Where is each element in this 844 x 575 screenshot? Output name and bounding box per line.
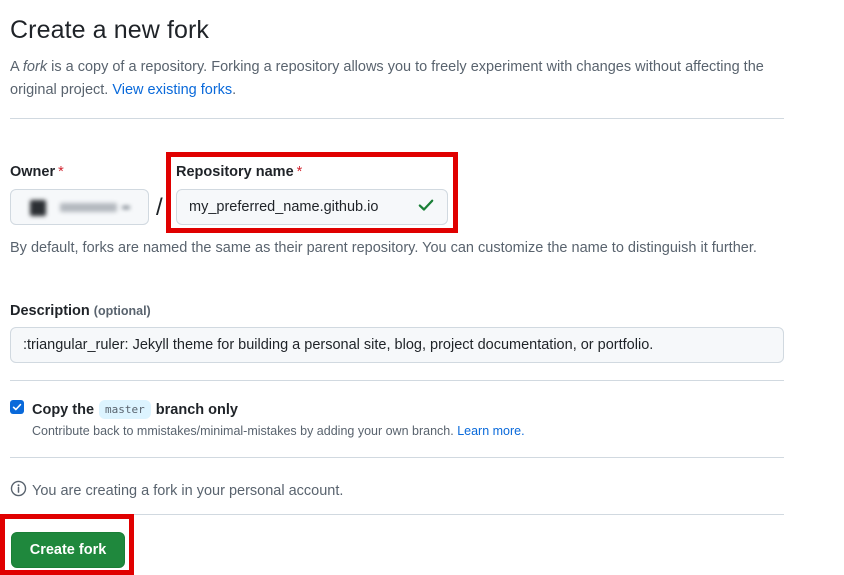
repository-name-label: Repository name * [176,164,302,180]
page-title: Create a new fork [10,16,210,44]
copy-branch-checkbox[interactable] [10,400,24,414]
intro-prefix: A [10,59,23,75]
repository-name-label-text: Repository name [176,164,294,180]
notice-text: You are creating a fork in your personal… [32,482,344,499]
checkmark-icon [12,403,22,411]
repository-name-value: my_preferred_name.github.io [189,199,379,215]
intro-text: A fork is a copy of a repository. Forkin… [10,56,770,102]
copy-branch-help: Contribute back to mmistakes/minimal-mis… [32,424,525,438]
owner-select[interactable] [10,189,149,225]
learn-more-link[interactable]: Learn more. [457,424,524,438]
divider [10,457,784,458]
copy-branch-suffix: branch only [155,401,238,418]
description-label-text: Description [10,303,90,319]
owner-name-redacted [60,203,117,212]
description-optional-tag: (optional) [93,304,151,318]
intro-end: . [232,82,237,98]
owner-label-text: Owner [10,164,56,180]
repository-name-input[interactable]: my_preferred_name.github.io [176,189,448,225]
copy-branch-help-text: Contribute back to mmistakes/minimal-mis… [32,424,454,438]
owner-avatar [30,200,46,216]
repository-required-mark: * [296,164,303,180]
copy-branch-label[interactable]: Copy the master branch only [32,400,238,419]
description-label: Description (optional) [10,303,151,319]
check-icon [417,196,435,219]
intro-fork-word: fork [22,59,48,75]
owner-required-mark: * [58,164,64,180]
view-existing-forks-link[interactable]: View existing forks [112,82,232,98]
owner-repo-separator: / [156,194,163,221]
copy-branch-prefix: Copy the [32,401,95,418]
personal-account-notice: You are creating a fork in your personal… [10,480,343,501]
divider [10,118,784,119]
owner-label: Owner * [10,164,64,180]
description-input[interactable]: :triangular_ruler: Jekyll theme for buil… [10,327,784,363]
divider [10,380,784,381]
branch-name-chip: master [99,400,151,419]
info-icon [10,480,27,501]
chevron-down-icon [122,206,130,209]
repository-name-hint: By default, forks are named the same as … [10,240,757,256]
create-fork-button[interactable]: Create fork [11,532,125,568]
